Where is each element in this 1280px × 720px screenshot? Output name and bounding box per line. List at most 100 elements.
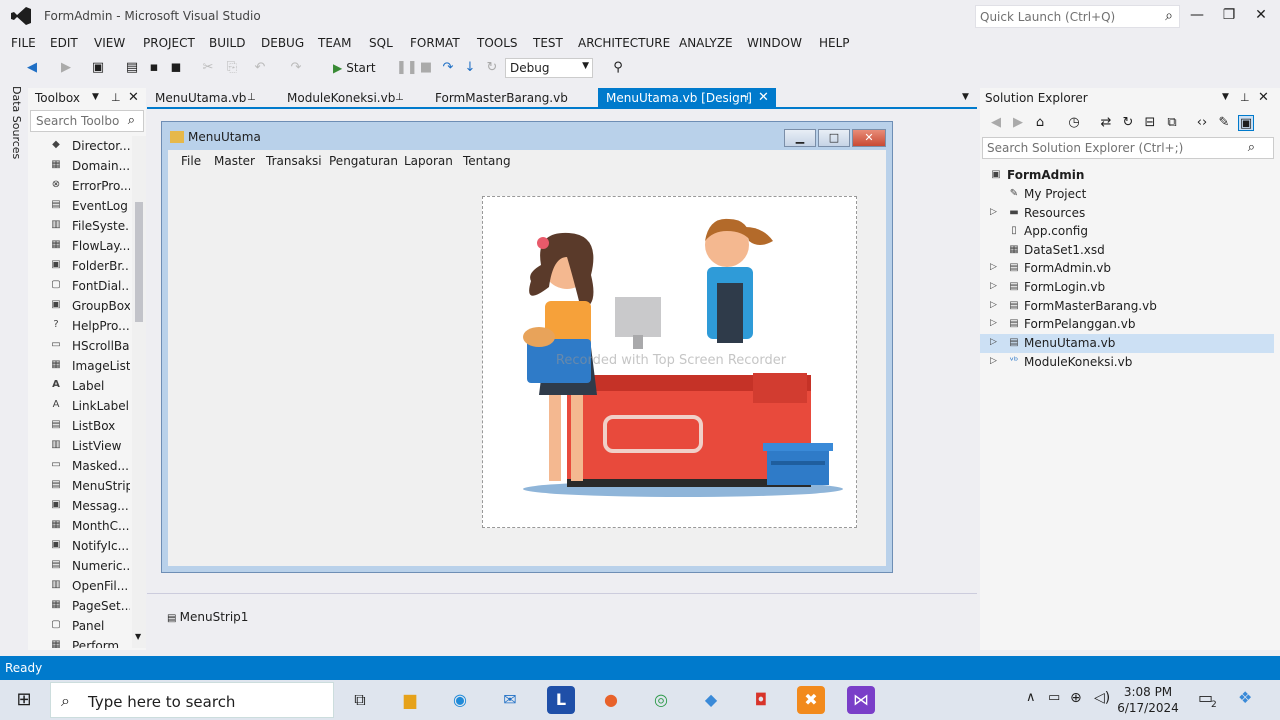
- copy-icon[interactable]: ⎘: [224, 60, 240, 76]
- toolbox-search-input[interactable]: Search Toolbo ⌕: [30, 110, 144, 132]
- globe-icon[interactable]: ⊕: [1070, 690, 1082, 706]
- expand-arrow-icon[interactable]: ▷: [990, 337, 997, 347]
- close-icon[interactable]: ✕: [128, 90, 139, 105]
- windows-start-icon[interactable]: ⊞: [0, 680, 48, 720]
- task-view-icon[interactable]: ⧉: [346, 686, 374, 714]
- tree-item[interactable]: ▷ ▤ FormAdmin.vb: [980, 259, 1274, 278]
- toolbox-item[interactable]: ▭ HScrollBar: [28, 336, 132, 356]
- menu-build[interactable]: BUILD: [209, 36, 245, 50]
- scrollbar-thumb[interactable]: [135, 202, 143, 322]
- taskbar-search[interactable]: ⌕ Type here to search: [50, 682, 334, 718]
- toolbox-item[interactable]: ▦ PageSet...: [28, 596, 132, 616]
- close-tab-icon[interactable]: ✕: [758, 88, 769, 108]
- toolbox-item[interactable]: ▦ ImageList: [28, 356, 132, 376]
- form-minimize-button[interactable]: ▁: [784, 129, 816, 147]
- firefox-icon[interactable]: ●: [597, 686, 625, 714]
- expand-arrow-icon[interactable]: ▷: [990, 262, 997, 272]
- expand-arrow-icon[interactable]: ▷: [990, 207, 997, 217]
- tree-item[interactable]: ▷ ▬ Resources: [980, 204, 1274, 223]
- tree-item[interactable]: ▷ ᵛᵇ ModuleKoneksi.vb: [980, 353, 1274, 372]
- toolbox-item[interactable]: ▢ Panel: [28, 616, 132, 636]
- back-icon[interactable]: ◀: [24, 60, 40, 76]
- minimize-button[interactable]: —: [1180, 4, 1214, 28]
- pin-icon[interactable]: ⊥: [1240, 91, 1250, 104]
- tree-item[interactable]: ▯ App.config: [980, 222, 1274, 241]
- view-code-icon[interactable]: ‹›: [1194, 115, 1210, 131]
- toolbox-scrollbar[interactable]: ▼: [132, 136, 146, 648]
- sync-icon[interactable]: ⇄: [1098, 115, 1114, 131]
- forward-icon[interactable]: ▶: [58, 60, 74, 76]
- form-menu-master[interactable]: Master: [214, 154, 255, 168]
- undo-icon[interactable]: ↶: [252, 60, 268, 76]
- form-menu-tentang[interactable]: Tentang: [463, 154, 511, 168]
- forward-icon[interactable]: ▶: [1010, 115, 1026, 131]
- toolbox-item[interactable]: ▢ FontDial...: [28, 276, 132, 296]
- form-close-button[interactable]: ✕: [852, 129, 886, 147]
- form-menu-file[interactable]: File: [181, 154, 201, 168]
- form-menu-transaksi[interactable]: Transaksi: [266, 154, 322, 168]
- tree-item-selected[interactable]: ▷ ▤ MenuUtama.vb: [980, 334, 1274, 353]
- network-icon[interactable]: ▭: [1048, 690, 1060, 705]
- menu-format[interactable]: FORMAT: [410, 36, 460, 50]
- component-tray-item[interactable]: ▤ MenuStrip1: [167, 610, 248, 624]
- toolbox-item[interactable]: ▥ ListView: [28, 436, 132, 456]
- quick-launch-input[interactable]: Quick Launch (Ctrl+Q) ⌕: [975, 5, 1180, 28]
- copilot-icon[interactable]: ❖: [1238, 688, 1252, 707]
- tree-item[interactable]: ▷ ▤ FormLogin.vb: [980, 278, 1274, 297]
- scroll-down-icon[interactable]: ▼: [135, 632, 141, 641]
- toolbox-item[interactable]: ▣ FolderBr...: [28, 256, 132, 276]
- view-designer-icon[interactable]: ▣: [1238, 115, 1254, 131]
- refresh-icon[interactable]: ↻: [1120, 115, 1136, 131]
- tab-menuutama-vb[interactable]: MenuUtama.vb ⊥: [147, 88, 267, 108]
- toolbox-item[interactable]: ▣ Messag...: [28, 496, 132, 516]
- new-project-icon[interactable]: ▣: [90, 60, 106, 76]
- properties-icon[interactable]: ✎: [1216, 115, 1232, 131]
- mail-icon[interactable]: ✉: [496, 686, 524, 714]
- home-icon[interactable]: ⌂: [1032, 115, 1048, 131]
- tab-modulekoneksi-vb[interactable]: ModuleKoneksi.vb ⊥: [279, 88, 419, 108]
- menu-window[interactable]: WINDOW: [747, 36, 802, 50]
- designed-form[interactable]: MenuUtama ▁ □ ✕ File Master Transaksi Pe…: [161, 121, 893, 573]
- clock[interactable]: 3:08 PM 6/17/2024: [1108, 684, 1188, 716]
- toolbox-item[interactable]: ▥ FileSyste...: [28, 216, 132, 236]
- app-icon[interactable]: ◆: [697, 686, 725, 714]
- toolbox-item[interactable]: ▦ Domain...: [28, 156, 132, 176]
- toolbox-item[interactable]: ⊗ ErrorPro...: [28, 176, 132, 196]
- solution-configuration-select[interactable]: Debug ▼: [505, 58, 593, 78]
- menu-help[interactable]: HELP: [819, 36, 850, 50]
- chevron-up-icon[interactable]: ∧: [1026, 690, 1036, 705]
- step-over-icon[interactable]: ↷: [440, 60, 456, 76]
- expand-arrow-icon[interactable]: ▷: [990, 300, 997, 310]
- toolbox-item[interactable]: ▣ GroupBox: [28, 296, 132, 316]
- solution-search-input[interactable]: Search Solution Explorer (Ctrl+;) ⌕: [982, 137, 1274, 159]
- form-maximize-button[interactable]: □: [818, 129, 850, 147]
- screen-recorder-icon[interactable]: ◘: [747, 686, 775, 714]
- pause-icon[interactable]: ❚❚: [396, 60, 418, 76]
- data-sources-tab[interactable]: Data Sources: [4, 86, 28, 166]
- pin-icon[interactable]: ⊥: [247, 88, 256, 108]
- menu-edit[interactable]: EDIT: [50, 36, 78, 50]
- tree-item[interactable]: ▷ ▤ FormPelanggan.vb: [980, 315, 1274, 334]
- tree-item[interactable]: ✎ My Project: [980, 185, 1274, 204]
- menu-architecture[interactable]: ARCHITECTURE: [578, 36, 670, 50]
- toolbox-item[interactable]: ▤ ListBox: [28, 416, 132, 436]
- toolbox-item[interactable]: ▣ NotifyIc...: [28, 536, 132, 556]
- picture-box[interactable]: Recorded with Top Screen Recorder: [482, 196, 857, 528]
- refresh-icon[interactable]: ↻: [484, 60, 500, 76]
- back-icon[interactable]: ◀: [988, 115, 1004, 131]
- menu-view[interactable]: VIEW: [94, 36, 125, 50]
- tab-overflow-icon[interactable]: ▼: [962, 92, 969, 102]
- menu-test[interactable]: TEST: [533, 36, 563, 50]
- pending-changes-icon[interactable]: ◷: [1066, 115, 1082, 131]
- step-into-icon[interactable]: ↓: [462, 60, 478, 76]
- form-menu-laporan[interactable]: Laporan: [404, 154, 453, 168]
- tab-menuutama-design[interactable]: MenuUtama.vb [Design] ⊣ ✕: [598, 88, 776, 108]
- pin-icon[interactable]: ⊥: [111, 91, 121, 104]
- chevron-down-icon[interactable]: ▼: [1222, 92, 1229, 102]
- menu-sql[interactable]: SQL: [369, 36, 393, 50]
- toolbox-item[interactable]: ▥ OpenFil...: [28, 576, 132, 596]
- menu-project[interactable]: PROJECT: [143, 36, 195, 50]
- pin-icon[interactable]: ⊣: [740, 88, 749, 108]
- tree-project-node[interactable]: ▣ FormAdmin: [980, 166, 1274, 185]
- toolbox-item[interactable]: ▤ Numeric...: [28, 556, 132, 576]
